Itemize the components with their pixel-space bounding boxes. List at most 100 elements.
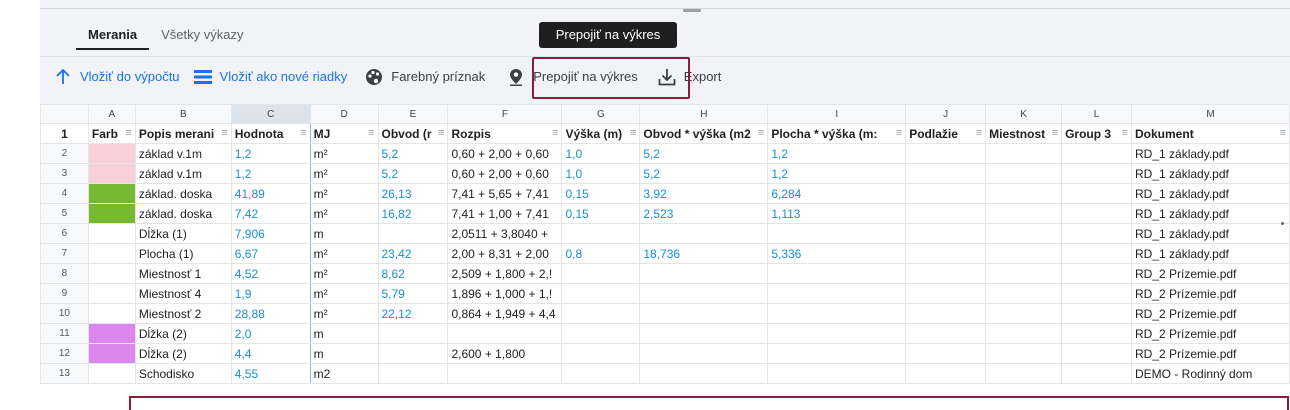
scrollbar-indicator[interactable] xyxy=(1281,222,1284,225)
table-row[interactable]: 12 Dĺžka (2) 4,4 m 2,600 + 1,800 RD_2 Prízemi… xyxy=(40,343,1290,364)
color-flag-cell[interactable] xyxy=(87,183,136,204)
link-to-drawing-button[interactable]: Prepojiť na výkres xyxy=(507,57,638,97)
cell-pv[interactable]: 1,113 xyxy=(767,203,907,224)
tab-merania[interactable]: Merania xyxy=(76,22,150,50)
cell-empty[interactable] xyxy=(905,303,987,324)
cell-empty[interactable] xyxy=(985,323,1063,344)
color-flag-cell[interactable] xyxy=(87,143,136,164)
cell-empty[interactable] xyxy=(905,323,987,344)
cell-empty[interactable] xyxy=(1061,183,1133,204)
column-letter-a[interactable]: A xyxy=(87,104,136,124)
cell-mj[interactable]: m² xyxy=(309,303,379,324)
cell-popis[interactable]: Dĺžka (2) xyxy=(134,323,232,344)
table-row[interactable]: 10 Miestnosť 2 28,88 m² 22,12 0,864 + 1,949 +… xyxy=(40,303,1290,324)
column-header[interactable]: ≡ Hodnota xyxy=(230,123,311,144)
column-header[interactable]: ≡ Rozpis xyxy=(447,123,563,144)
cell-vyska[interactable]: 0,15 xyxy=(561,183,641,204)
cell-rozpis[interactable]: 0,60 + 2,00 + 0,60 xyxy=(447,163,563,184)
cell-ov[interactable] xyxy=(639,263,769,284)
column-letter-h[interactable]: H xyxy=(639,104,769,124)
cell-empty[interactable] xyxy=(905,203,987,224)
filter-icon[interactable]: ≡ xyxy=(758,127,764,139)
cell-mj[interactable]: m² xyxy=(309,243,379,264)
row-number[interactable]: 11 xyxy=(40,323,89,344)
cell-mj[interactable]: m² xyxy=(309,283,379,304)
table-row[interactable]: 9 Miestnosť 4 1,9 m² 5,79 1,896 + 1,000 + 1,!… xyxy=(40,283,1290,304)
column-header[interactable]: ≡ Dokument xyxy=(1131,123,1290,144)
cell-vyska[interactable] xyxy=(561,263,641,284)
cell-empty[interactable] xyxy=(985,283,1063,304)
cell-empty[interactable] xyxy=(905,243,987,264)
cell-pv[interactable] xyxy=(767,323,907,344)
row-number[interactable]: 2 xyxy=(40,143,89,164)
cell-vyska[interactable]: 0,8 xyxy=(561,243,641,264)
cell-hodnota[interactable]: 7,42 xyxy=(230,203,311,224)
filter-icon[interactable]: ≡ xyxy=(630,127,636,139)
column-letter-i[interactable]: I xyxy=(767,104,907,124)
filter-icon[interactable]: ≡ xyxy=(1280,127,1286,139)
cell-pv[interactable]: 1,2 xyxy=(767,163,907,184)
row-number[interactable]: 5 xyxy=(40,203,89,224)
cell-ov[interactable] xyxy=(639,343,769,364)
cell-mj[interactable]: m xyxy=(309,343,379,364)
column-header[interactable]: ≡ Plocha * výška (m: xyxy=(767,123,907,144)
cell-empty[interactable] xyxy=(1061,363,1133,384)
column-header[interactable]: ≡ Miestnost xyxy=(985,123,1063,144)
cell-vyska[interactable]: 1,0 xyxy=(561,163,641,184)
filter-icon[interactable]: ≡ xyxy=(1122,127,1128,139)
column-letter-c[interactable]: C xyxy=(230,104,311,124)
column-header[interactable]: ≡ Popis merani xyxy=(134,123,232,144)
cell-obvod[interactable] xyxy=(377,223,449,244)
insert-into-calc-button[interactable]: Vložiť do výpočtu xyxy=(54,57,180,97)
cell-dok[interactable]: RD_2 Prízemie.pdf xyxy=(1131,343,1290,364)
cell-pv[interactable] xyxy=(767,223,907,244)
column-header[interactable]: ≡ Výška (m) xyxy=(561,123,641,144)
cell-obvod[interactable]: 5,2 xyxy=(377,143,449,164)
cell-hodnota[interactable]: 4,4 xyxy=(230,343,311,364)
cell-hodnota[interactable]: 6,67 xyxy=(230,243,311,264)
cell-empty[interactable] xyxy=(985,263,1063,284)
cell-empty[interactable] xyxy=(905,223,987,244)
cell-obvod[interactable]: 5,2 xyxy=(377,163,449,184)
cell-rozpis[interactable]: 2,00 + 8,31 + 2,00 xyxy=(447,243,563,264)
cell-obvod[interactable]: 5,79 xyxy=(377,283,449,304)
cell-vyska[interactable] xyxy=(561,363,641,384)
cell-mj[interactable]: m xyxy=(309,223,379,244)
insert-as-rows-button[interactable]: Vložiť ako nové riadky xyxy=(193,57,347,97)
row-number[interactable]: 9 xyxy=(40,283,89,304)
cell-dok[interactable]: RD_1 základy.pdf xyxy=(1131,143,1290,164)
cell-empty[interactable] xyxy=(985,243,1063,264)
column-header[interactable]: ≡ Group 3 xyxy=(1061,123,1133,144)
cell-dok[interactable]: RD_2 Prízemie.pdf xyxy=(1131,263,1290,284)
cell-popis[interactable]: základ. doska xyxy=(134,203,232,224)
row-number[interactable]: 1 xyxy=(40,123,89,144)
cell-mj[interactable]: m² xyxy=(309,263,379,284)
cell-vyska[interactable]: 1,0 xyxy=(561,143,641,164)
cell-dok[interactable]: RD_2 Prízemie.pdf xyxy=(1131,283,1290,304)
cell-empty[interactable] xyxy=(985,343,1063,364)
cell-empty[interactable] xyxy=(1061,203,1133,224)
cell-popis[interactable]: základ v.1m xyxy=(134,163,232,184)
column-letter-k[interactable]: K xyxy=(985,104,1063,124)
cell-pv[interactable] xyxy=(767,283,907,304)
color-flag-cell[interactable] xyxy=(87,243,136,264)
cell-popis[interactable]: Miestnosť 4 xyxy=(134,283,232,304)
cell-empty[interactable] xyxy=(905,183,987,204)
row-number[interactable]: 13 xyxy=(40,363,89,384)
cell-empty[interactable] xyxy=(985,223,1063,244)
cell-empty[interactable] xyxy=(985,363,1063,384)
cell-empty[interactable] xyxy=(905,263,987,284)
column-letter-m[interactable]: M xyxy=(1131,104,1290,124)
filter-icon[interactable]: ≡ xyxy=(368,127,374,139)
cell-hodnota[interactable]: 4,55 xyxy=(230,363,311,384)
cell-rozpis[interactable]: 2,0511 + 3,8040 + xyxy=(447,223,563,244)
cell-empty[interactable] xyxy=(1061,303,1133,324)
column-letter-j[interactable]: J xyxy=(905,104,987,124)
table-row[interactable]: 11 Dĺžka (2) 2,0 m RD_2 Prízemie.pdf xyxy=(40,323,1290,344)
row-number[interactable]: 8 xyxy=(40,263,89,284)
column-header[interactable]: ≡ Obvod (r xyxy=(377,123,449,144)
cell-mj[interactable]: m xyxy=(309,323,379,344)
cell-mj[interactable]: m² xyxy=(309,183,379,204)
cell-rozpis[interactable]: 0,864 + 1,949 + 4,4 xyxy=(447,303,563,324)
cell-rozpis[interactable] xyxy=(447,363,563,384)
